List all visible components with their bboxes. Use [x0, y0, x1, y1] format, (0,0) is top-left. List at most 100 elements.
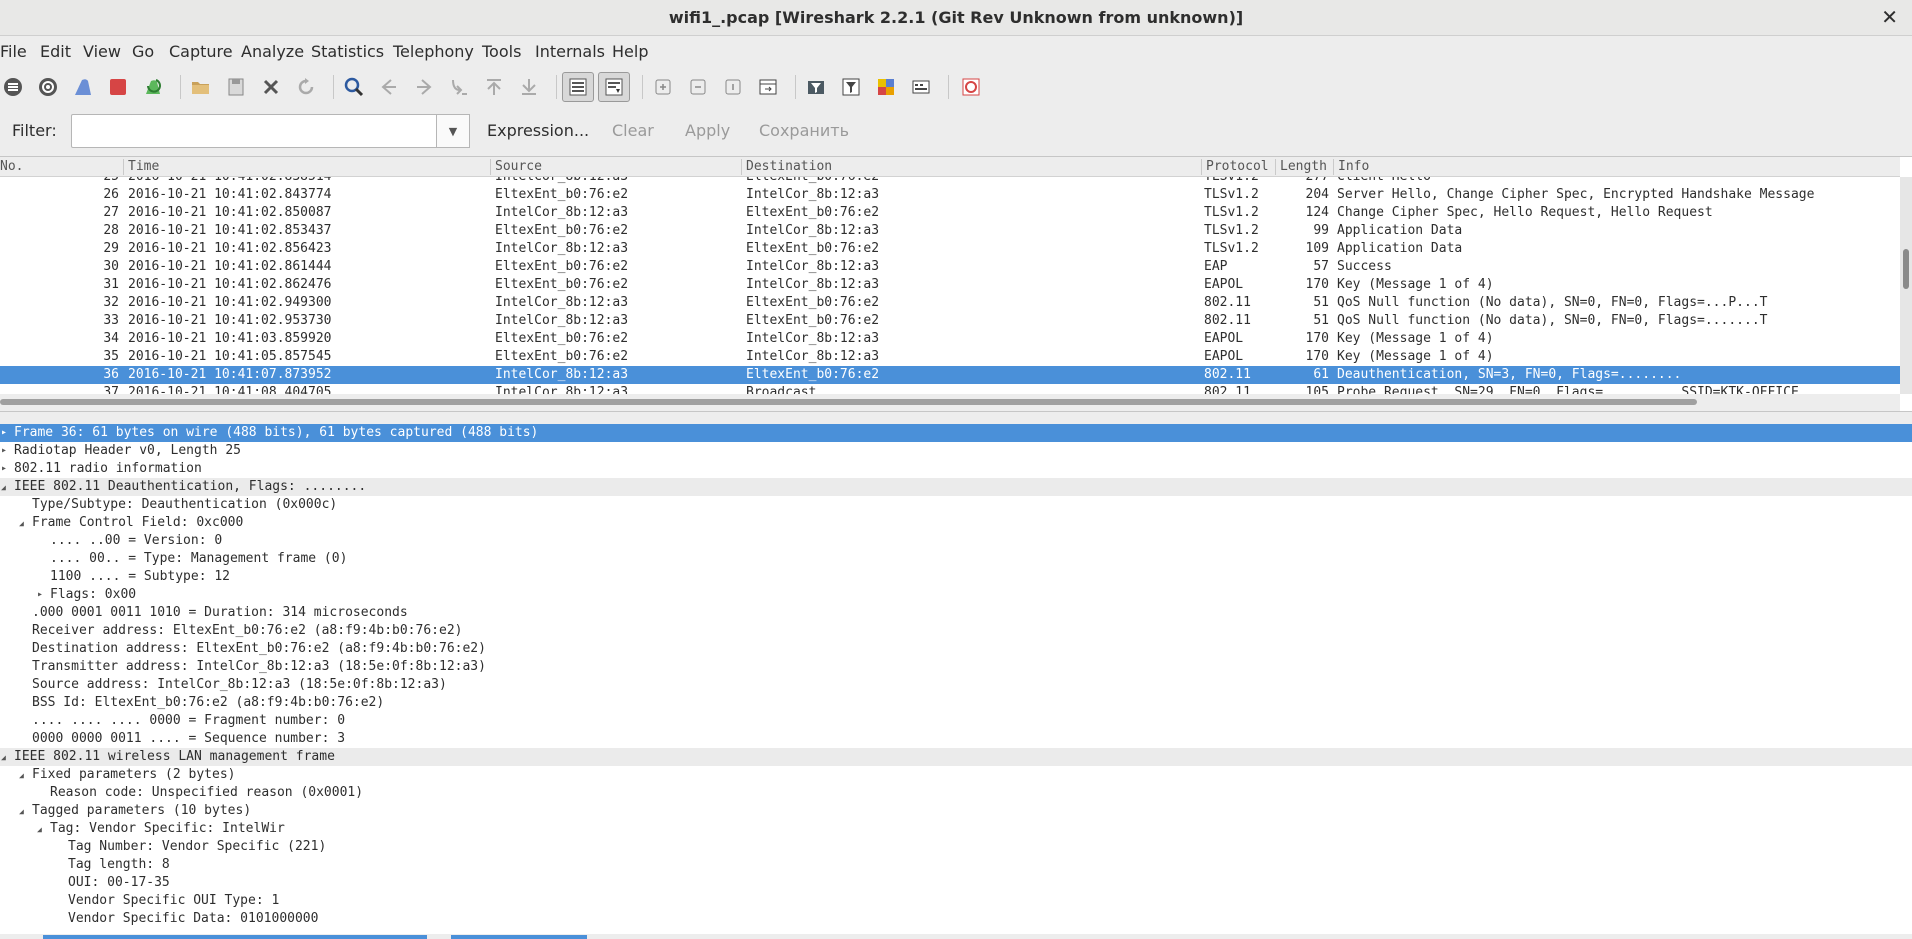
- tree-item[interactable]: .... 00.. = Type: Management frame (0): [0, 550, 1912, 568]
- reload-file-icon[interactable]: [293, 74, 319, 100]
- open-file-icon[interactable]: [188, 74, 214, 100]
- tree-item[interactable]: ◢ Tagged parameters (10 bytes): [0, 802, 1912, 820]
- menu-capture[interactable]: Capture: [169, 42, 233, 61]
- packet-row[interactable]: 34 2016-10-21 10:41:03.859920 EltexEnt_b0:…: [0, 330, 1900, 348]
- clear-button[interactable]: Clear: [612, 121, 654, 140]
- tree-item[interactable]: Destination address: EltexEnt_b0:76:e2 (…: [0, 640, 1912, 658]
- help-icon[interactable]: [958, 74, 984, 100]
- auto-scroll-icon[interactable]: [598, 72, 630, 102]
- expanded-arrow-icon[interactable]: ◢: [19, 515, 29, 533]
- tree-item[interactable]: ▸ Frame 36: 61 bytes on wire (488 bits), …: [0, 424, 1912, 442]
- packet-list-vertical-scrollbar[interactable]: [1900, 177, 1912, 394]
- expanded-arrow-icon[interactable]: ◢: [1, 749, 11, 767]
- go-first-icon[interactable]: [481, 74, 507, 100]
- filter-dropdown[interactable]: ▼: [436, 114, 470, 148]
- packet-row[interactable]: 27 2016-10-21 10:41:02.850087 IntelCor_8b:…: [0, 204, 1900, 222]
- tree-item[interactable]: Vendor Specific OUI Type: 1: [0, 892, 1912, 910]
- tree-item[interactable]: Receiver address: EltexEnt_b0:76:e2 (a8:…: [0, 622, 1912, 640]
- coloring-rules-icon[interactable]: [873, 74, 899, 100]
- interfaces-icon[interactable]: [0, 74, 26, 100]
- column-header-protocol[interactable]: Protocol: [1202, 159, 1269, 174]
- expanded-arrow-icon[interactable]: ◢: [19, 767, 29, 785]
- zoom-in-icon[interactable]: [650, 74, 676, 100]
- apply-button[interactable]: Apply: [685, 121, 730, 140]
- collapsed-arrow-icon[interactable]: ▸: [1, 424, 11, 442]
- column-header-time[interactable]: Time: [124, 159, 159, 174]
- display-filters-icon[interactable]: [838, 74, 864, 100]
- tree-item[interactable]: ◢ IEEE 802.11 wireless LAN management fra…: [0, 748, 1912, 766]
- menu-statistics[interactable]: Statistics: [311, 42, 384, 61]
- collapsed-arrow-icon[interactable]: ▸: [37, 586, 47, 604]
- go-last-icon[interactable]: [516, 74, 542, 100]
- save-file-icon[interactable]: [223, 74, 249, 100]
- column-header-info[interactable]: Info: [1334, 159, 1369, 174]
- tree-item[interactable]: 0000 0000 0011 .... = Sequence number: 3: [0, 730, 1912, 748]
- tree-item[interactable]: Transmitter address: IntelCor_8b:12:a3 (…: [0, 658, 1912, 676]
- menu-telephony[interactable]: Telephony: [393, 42, 474, 61]
- stop-capture-icon[interactable]: [105, 74, 131, 100]
- find-packet-icon[interactable]: [341, 74, 367, 100]
- expression-button[interactable]: Expression...: [487, 121, 589, 140]
- column-header-destination[interactable]: Destination: [742, 159, 832, 174]
- tree-item[interactable]: Reason code: Unspecified reason (0x0001): [0, 784, 1912, 802]
- close-icon[interactable]: ✕: [1881, 5, 1898, 29]
- expanded-arrow-icon[interactable]: ◢: [1, 479, 11, 497]
- tree-item[interactable]: Vendor Specific Data: 0101000000: [0, 910, 1912, 928]
- tree-item[interactable]: Type/Subtype: Deauthentication (0x000c): [0, 496, 1912, 514]
- tree-item[interactable]: ▸ Radiotap Header v0, Length 25: [0, 442, 1912, 460]
- normal-size-icon[interactable]: [720, 74, 746, 100]
- menu-analyze[interactable]: Analyze: [241, 42, 304, 61]
- packet-row[interactable]: 29 2016-10-21 10:41:02.856423 IntelCor_8b:…: [0, 240, 1900, 258]
- menu-view[interactable]: View: [83, 42, 121, 61]
- tree-item[interactable]: .000 0001 0011 1010 = Duration: 314 micr…: [0, 604, 1912, 622]
- save-filter-button[interactable]: Сохранить: [759, 121, 849, 140]
- expanded-arrow-icon[interactable]: ◢: [37, 821, 47, 839]
- tree-item[interactable]: OUI: 00-17-35: [0, 874, 1912, 892]
- scrollbar-thumb[interactable]: [1903, 249, 1909, 289]
- menu-file[interactable]: File: [0, 42, 27, 61]
- column-header-source[interactable]: Source: [491, 159, 542, 174]
- restart-capture-icon[interactable]: [140, 74, 166, 100]
- menu-tools[interactable]: Tools: [482, 42, 521, 61]
- column-header-length[interactable]: Length: [1276, 159, 1327, 174]
- tree-item[interactable]: .... ..00 = Version: 0: [0, 532, 1912, 550]
- menu-internals[interactable]: Internals: [535, 42, 605, 61]
- tree-item[interactable]: ◢ Frame Control Field: 0xc000: [0, 514, 1912, 532]
- packet-list-horizontal-scrollbar[interactable]: [0, 394, 1900, 411]
- tree-item[interactable]: Tag length: 8: [0, 856, 1912, 874]
- scrollbar-thumb[interactable]: [0, 399, 1697, 405]
- tree-item[interactable]: Tag Number: Vendor Specific (221): [0, 838, 1912, 856]
- expanded-arrow-icon[interactable]: ◢: [19, 803, 29, 821]
- tree-item[interactable]: ▸ 802.11 radio information: [0, 460, 1912, 478]
- filter-input[interactable]: [71, 114, 437, 148]
- start-capture-icon[interactable]: [70, 74, 96, 100]
- collapsed-arrow-icon[interactable]: ▸: [1, 442, 11, 460]
- options-icon[interactable]: [35, 74, 61, 100]
- menu-help[interactable]: Help: [612, 42, 648, 61]
- menu-edit[interactable]: Edit: [40, 42, 71, 61]
- packet-row[interactable]: 31 2016-10-21 10:41:02.862476 EltexEnt_b0:…: [0, 276, 1900, 294]
- tree-item[interactable]: ◢ Fixed parameters (2 bytes): [0, 766, 1912, 784]
- resize-columns-icon[interactable]: [755, 74, 781, 100]
- capture-filters-icon[interactable]: [803, 74, 829, 100]
- collapsed-arrow-icon[interactable]: ▸: [1, 460, 11, 478]
- tree-item[interactable]: Source address: IntelCor_8b:12:a3 (18:5e…: [0, 676, 1912, 694]
- column-header-no[interactable]: No.: [0, 159, 23, 174]
- tree-item[interactable]: 1100 .... = Subtype: 12: [0, 568, 1912, 586]
- packet-row[interactable]: 32 2016-10-21 10:41:02.949300 IntelCor_8b:…: [0, 294, 1900, 312]
- packet-row[interactable]: 36 2016-10-21 10:41:07.873952 IntelCor_8b:…: [0, 366, 1900, 384]
- packet-row[interactable]: 30 2016-10-21 10:41:02.861444 EltexEnt_b0:…: [0, 258, 1900, 276]
- go-back-icon[interactable]: [376, 74, 402, 100]
- packet-row[interactable]: 37 2016-10-21 10:41:08.404705 IntelCor_8b:…: [0, 384, 1900, 394]
- tree-item[interactable]: .... .... .... 0000 = Fragment number: 0: [0, 712, 1912, 730]
- tree-item[interactable]: ▸ Flags: 0x00: [0, 586, 1912, 604]
- packet-row[interactable]: 33 2016-10-21 10:41:02.953730 IntelCor_8b:…: [0, 312, 1900, 330]
- preferences-icon[interactable]: [908, 74, 934, 100]
- go-to-packet-icon[interactable]: [446, 74, 472, 100]
- close-file-icon[interactable]: [258, 74, 284, 100]
- go-forward-icon[interactable]: [411, 74, 437, 100]
- tree-item[interactable]: BSS Id: EltexEnt_b0:76:e2 (a8:f9:4b:b0:7…: [0, 694, 1912, 712]
- packet-row[interactable]: 28 2016-10-21 10:41:02.853437 EltexEnt_b0:…: [0, 222, 1900, 240]
- tree-item[interactable]: ◢ Tag: Vendor Specific: IntelWir: [0, 820, 1912, 838]
- colorize-icon[interactable]: [562, 72, 594, 102]
